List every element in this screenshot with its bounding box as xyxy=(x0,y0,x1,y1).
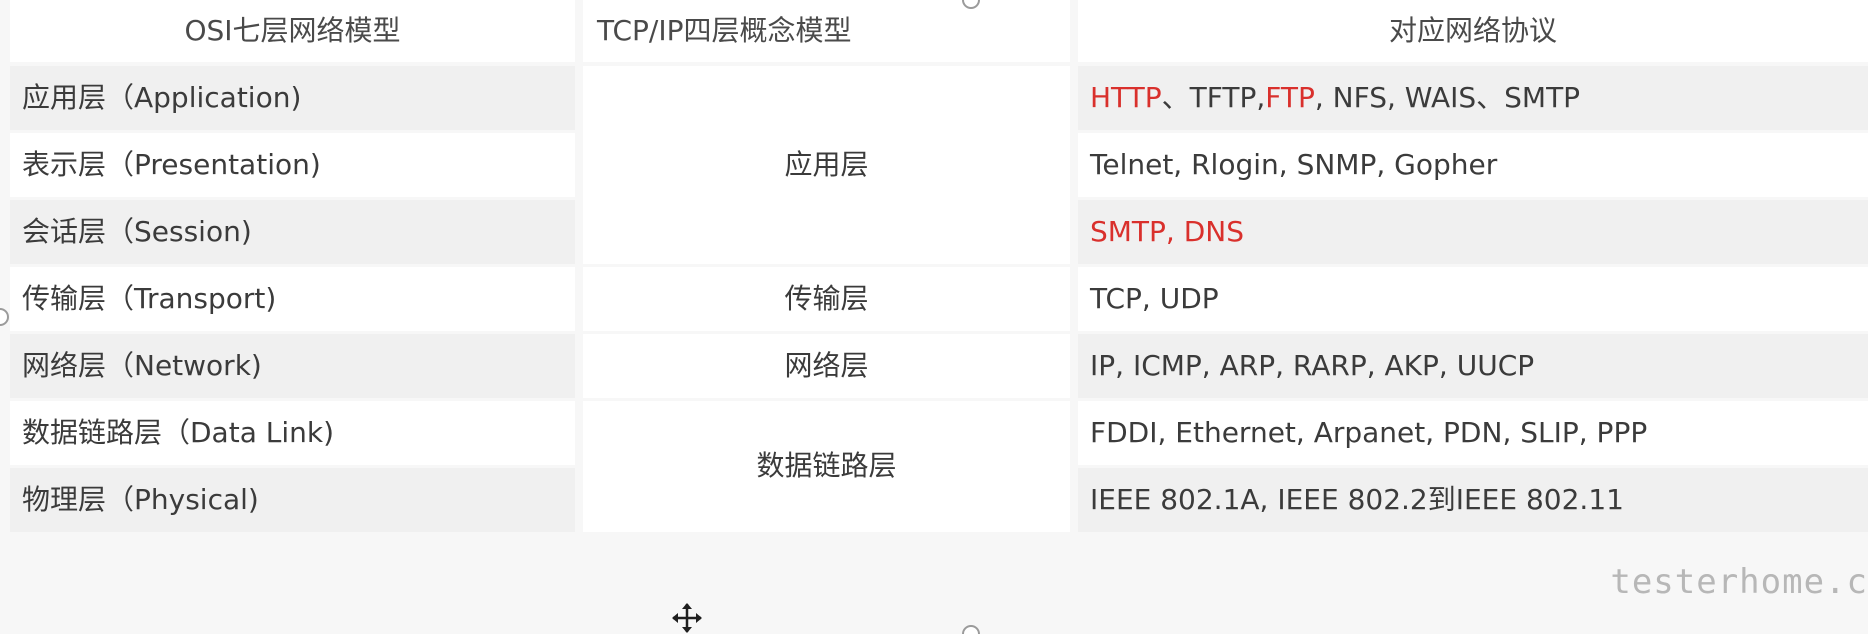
header-tcpip: TCP/IP四层概念模型 xyxy=(583,0,1070,62)
table-image: OSI七层网络模型 TCP/IP四层概念模型 对应网络协议 应用层（Applic… xyxy=(0,0,1868,634)
move-icon xyxy=(672,603,702,633)
protocol-row-session: SMTP, DNS xyxy=(1078,200,1868,264)
protocol-row-application: HTTP 、TFTP, FTP, NFS, WAIS、SMTP xyxy=(1078,66,1868,130)
tcpip-layer-network: 网络层 xyxy=(583,334,1070,398)
protocol-row-physical: IEEE 802.1A, IEEE 802.2到IEEE 802.11 xyxy=(1078,468,1868,532)
protocol-separator-text: 、TFTP, xyxy=(1161,80,1266,114)
osi-layer-physical: 物理层（Physical) xyxy=(10,468,575,532)
protocol-row-network: IP, ICMP, ARP, RARP, AKP, UUCP xyxy=(1078,334,1868,398)
osi-layer-transport: 传输层（Transport) xyxy=(10,267,575,331)
osi-layer-application: 应用层（Application) xyxy=(10,66,575,130)
protocol-row-presentation: Telnet, Rlogin, SNMP, Gopher xyxy=(1078,133,1868,197)
protocol-row-data-link: FDDI, Ethernet, Arpanet, PDN, SLIP, PPP xyxy=(1078,401,1868,465)
tcpip-layer-transport: 传输层 xyxy=(583,267,1070,331)
osi-layer-data-link: 数据链路层（Data Link) xyxy=(10,401,575,465)
protocol-row-transport: TCP, UDP xyxy=(1078,267,1868,331)
osi-layer-session: 会话层（Session) xyxy=(10,200,575,264)
tcpip-layer-application: 应用层 xyxy=(583,66,1070,264)
protocol-http: HTTP xyxy=(1090,80,1162,114)
protocol-table: OSI七层网络模型 TCP/IP四层概念模型 对应网络协议 应用层（Applic… xyxy=(0,0,1868,634)
protocol-ftp: FTP xyxy=(1265,80,1315,114)
osi-layer-network: 网络层（Network) xyxy=(10,334,575,398)
header-protocols: 对应网络协议 xyxy=(1078,0,1868,62)
tcpip-layer-data-link: 数据链路层 xyxy=(583,401,1070,532)
header-osi: OSI七层网络模型 xyxy=(10,0,575,62)
osi-layer-presentation: 表示层（Presentation) xyxy=(10,133,575,197)
protocol-trailing-text: , NFS, WAIS、SMTP xyxy=(1314,80,1581,114)
watermark-text: testerhome.c xyxy=(1610,562,1868,602)
